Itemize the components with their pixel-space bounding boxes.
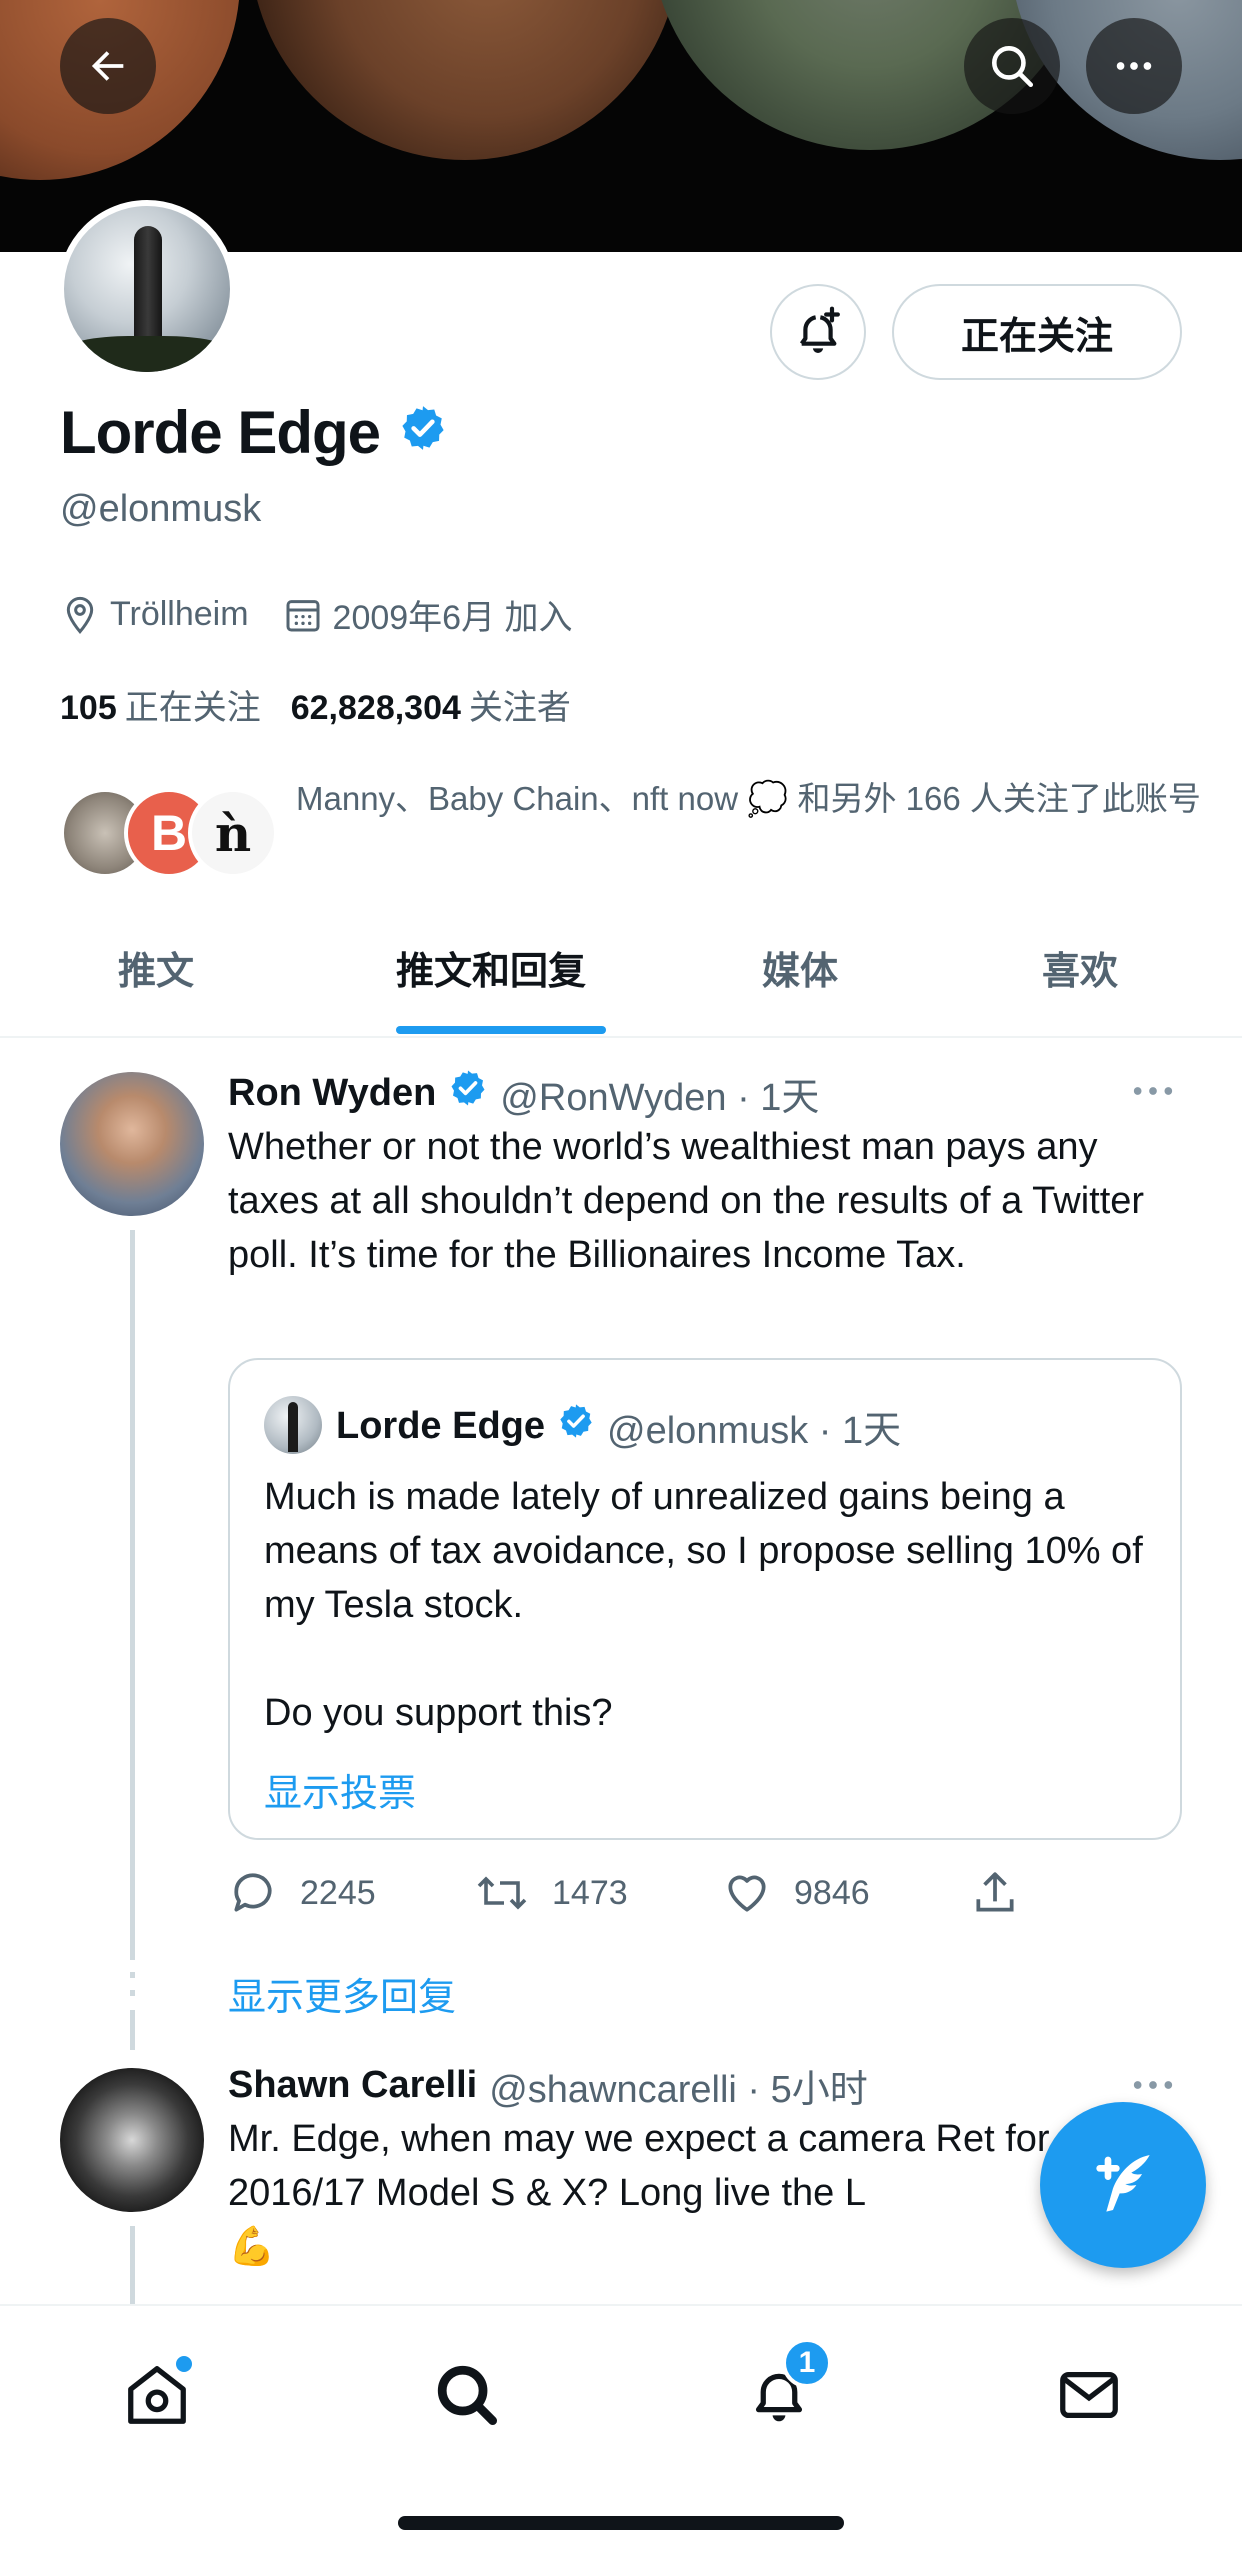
tweet-handle-time: @RonWyden · 1天 <box>500 1076 820 1119</box>
tweet-avatar[interactable] <box>60 1072 204 1216</box>
more-icon <box>1133 2081 1173 2089</box>
notification-badge: 1 <box>782 2338 832 2388</box>
tweet-handle-time: @shawncarelli · 5小时 <box>489 2068 868 2111</box>
compose-tweet-button[interactable] <box>1040 2102 1206 2268</box>
followers-count: 62,828,304 <box>290 689 461 727</box>
search-icon <box>437 2365 498 2426</box>
avatar-ground <box>64 336 230 372</box>
following-count: 105 <box>60 689 117 727</box>
profile-name-row: Lorde Edge <box>60 398 448 467</box>
location: Tröllheim <box>60 595 249 635</box>
tab-tweets-replies[interactable]: 推文和回复 <box>396 930 586 1038</box>
search-icon <box>992 46 1034 88</box>
following-button[interactable]: 正在关注 <box>892 284 1182 380</box>
verified-badge-icon <box>398 398 448 467</box>
thread-line <box>130 1230 135 1960</box>
following-count-link[interactable]: 105 正在关注 <box>60 680 261 729</box>
join-date: 2009年6月 加入 <box>283 590 573 639</box>
quoted-handle-time: @elonmusk · 1天 <box>607 1409 902 1452</box>
home-indicator <box>398 2516 844 2530</box>
bell-plus-icon <box>799 306 840 354</box>
search-button[interactable] <box>964 18 1060 114</box>
quoted-header: Lorde Edge @elonmusk · 1天 <box>336 1396 901 1456</box>
tweet-author-name[interactable]: Ron Wyden <box>228 1072 436 1115</box>
thread-dot <box>130 1990 135 1996</box>
show-poll-link[interactable]: 显示投票 <box>264 1762 416 1817</box>
tweet-text: Mr. Edge, when may we expect a camera Re… <box>228 2118 1116 2214</box>
retweet-button[interactable]: 1473 <box>474 1858 628 1928</box>
active-tab-indicator <box>396 1026 606 1034</box>
tweet-actions: 2245 1473 9846 <box>228 1858 1048 1928</box>
more-icon <box>1116 62 1152 70</box>
nav-home[interactable] <box>112 2350 202 2440</box>
profile-avatar[interactable] <box>58 200 236 378</box>
followers-you-know-text: Manny、Baby Chain、nft now 💭 和另外 166 人关注了此… <box>296 780 1201 817</box>
profile-tabs: 推文 推文和回复 媒体 喜欢 <box>0 930 1242 1038</box>
tab-likes[interactable]: 喜欢 <box>1042 930 1118 1038</box>
tweet-author-name[interactable]: Shawn Carelli <box>228 2064 477 2107</box>
verified-badge-icon <box>557 1402 595 1450</box>
like-button[interactable]: 9846 <box>722 1858 870 1928</box>
followers-you-know[interactable]: B ǹ Manny、Baby Chain、nft now 💭 和另外 166 人… <box>60 768 1201 888</box>
follower-avatar: ǹ <box>188 788 278 878</box>
show-more-replies-link[interactable]: 显示更多回复 <box>228 1966 456 2021</box>
nav-messages[interactable] <box>1044 2350 1134 2440</box>
quoted-avatar <box>264 1396 322 1454</box>
feather-plus-icon <box>1096 2155 1150 2212</box>
follow-counts: 105 正在关注 62,828,304 关注者 <box>60 680 601 729</box>
nav-notifications[interactable]: 1 <box>734 2338 832 2440</box>
share-icon <box>976 1872 1014 1912</box>
tab-tweets[interactable]: 推文 <box>118 930 194 1038</box>
quoted-author-name: Lorde Edge <box>336 1404 546 1447</box>
like-count: 9846 <box>794 1873 870 1912</box>
heart-icon <box>728 1875 766 1912</box>
profile-handle: @elonmusk <box>60 488 262 530</box>
profile-meta: Tröllheim 2009年6月 加入 <box>60 590 607 639</box>
tweet-text: Whether or not the world’s wealthiest ma… <box>228 1126 1145 1276</box>
quoted-tweet[interactable]: Lorde Edge @elonmusk · 1天 Much is made l… <box>228 1358 1182 1840</box>
verified-badge-icon <box>448 1068 488 1118</box>
tweet-text-container: Mr. Edge, when may we expect a camera Re… <box>228 2112 1128 2277</box>
reply-count: 2245 <box>300 1873 376 1912</box>
location-text: Tröllheim <box>110 595 249 633</box>
thread-line <box>130 2226 135 2306</box>
followers-count-link[interactable]: 62,828,304 关注者 <box>291 680 571 729</box>
tweet-header: Shawn Carelli @shawncarelli · 5小时 <box>228 2058 868 2112</box>
join-date-text: 2009年6月 加入 <box>332 599 573 637</box>
share-button[interactable] <box>970 1858 1042 1928</box>
thread-line <box>130 2010 135 2050</box>
tweet-more-button[interactable] <box>1130 1076 1176 1111</box>
more-button[interactable] <box>1086 18 1182 114</box>
reply-button[interactable]: 2245 <box>228 1858 376 1928</box>
notify-button[interactable] <box>770 284 866 380</box>
nav-search[interactable] <box>422 2350 512 2440</box>
calendar-icon <box>286 599 320 631</box>
followers-label: 关注者 <box>468 689 571 727</box>
starship-image <box>288 1402 298 1452</box>
profile-name: Lorde Edge <box>60 399 381 466</box>
tweet-more-button[interactable] <box>1130 2070 1176 2105</box>
thread-dot <box>130 1972 135 1978</box>
tweet-header: Ron Wyden @RonWyden · 1天 <box>228 1066 819 1120</box>
tweet-emoji: 💪 <box>228 2226 276 2268</box>
quoted-text: Much is made lately of unrealized gains … <box>264 1476 1143 1734</box>
tweet-avatar[interactable] <box>60 2068 204 2212</box>
back-button[interactable] <box>60 18 156 114</box>
banner-planet <box>250 0 680 160</box>
arrow-left-icon <box>91 51 124 81</box>
following-label: 正在关注 <box>124 689 261 727</box>
location-pin-icon <box>66 596 94 634</box>
home-unread-dot <box>176 2356 192 2372</box>
retweet-icon <box>477 1876 527 1910</box>
tab-media[interactable]: 媒体 <box>762 930 838 1038</box>
reply-icon <box>234 1873 272 1912</box>
more-icon <box>1133 1087 1173 1095</box>
mail-icon <box>1060 2371 1118 2419</box>
retweet-count: 1473 <box>552 1873 628 1912</box>
